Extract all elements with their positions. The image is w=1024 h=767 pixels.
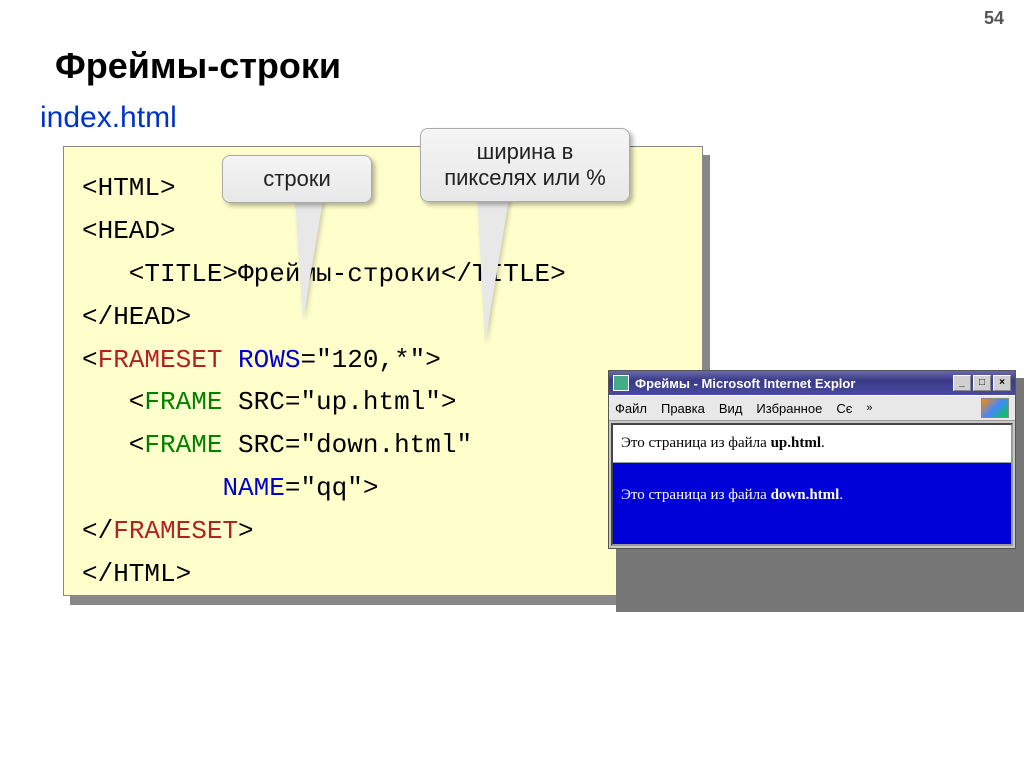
frame-area: Это страница из файла up.html. Это стран… — [611, 423, 1013, 546]
code-text: SRC="up.html"> — [222, 387, 456, 417]
code-box: <HTML> <HEAD> <TITLE>Фреймы-строки</TITL… — [63, 146, 703, 596]
code-keyword: FRAME — [144, 387, 222, 417]
chevron-icon[interactable]: » — [866, 402, 872, 414]
page-number: 54 — [984, 8, 1004, 29]
menubar: Файл Правка Вид Избранное Сє » — [609, 395, 1015, 421]
code-line: < — [82, 387, 144, 417]
minimize-button[interactable]: _ — [953, 375, 971, 391]
ie-icon — [613, 375, 629, 391]
browser-window: Фреймы - Microsoft Internet Explor _ □ ×… — [608, 370, 1016, 549]
slide-title: Фреймы-строки — [55, 45, 341, 87]
callout-tail — [477, 193, 510, 343]
code-keyword: FRAME — [144, 430, 222, 460]
callout-text: ширина в — [439, 139, 611, 165]
callout-width: ширина в пикселях или % — [420, 128, 630, 202]
menu-edit[interactable]: Правка — [661, 401, 705, 416]
frame-bottom-filename: down.html — [771, 487, 840, 503]
frame-bottom-text: . — [839, 487, 843, 503]
menu-more[interactable]: Сє — [836, 401, 852, 416]
menu-favorites[interactable]: Избранное — [756, 401, 822, 416]
code-text: ="120,*"> — [300, 345, 440, 375]
callout-tail — [295, 200, 323, 320]
code-line: </HEAD> — [82, 302, 191, 332]
code-line: <TITLE> — [82, 259, 238, 289]
code-text: > — [238, 516, 254, 546]
window-title: Фреймы - Microsoft Internet Explor — [635, 376, 953, 391]
code-keyword: FRAMESET — [98, 345, 223, 375]
code-attr: ROWS — [238, 345, 300, 375]
code-text — [222, 345, 238, 375]
slide-subtitle: index.html — [40, 101, 177, 135]
code-line: <HTML> — [82, 173, 176, 203]
code-text: ="qq"> — [285, 473, 379, 503]
frame-top-text: Это страница из файла — [621, 435, 771, 451]
code-text: SRC="down.html" — [222, 430, 472, 460]
frame-top-filename: up.html — [771, 435, 821, 451]
titlebar: Фреймы - Microsoft Internet Explor _ □ × — [609, 371, 1015, 395]
frame-bottom: Это страница из файла down.html. — [613, 463, 1011, 544]
frame-top-text: . — [821, 435, 825, 451]
code-line: </ — [82, 516, 113, 546]
code-line — [82, 473, 222, 503]
browser-logo-icon — [981, 398, 1009, 418]
maximize-button[interactable]: □ — [973, 375, 991, 391]
code-line: <HEAD> — [82, 216, 176, 246]
menu-view[interactable]: Вид — [719, 401, 743, 416]
frame-top: Это страница из файла up.html. — [613, 425, 1011, 463]
callout-rows: строки — [222, 155, 372, 203]
frame-bottom-text: Это страница из файла — [621, 487, 771, 503]
menu-file[interactable]: Файл — [615, 401, 647, 416]
code-line: </HTML> — [82, 559, 191, 589]
code-line: < — [82, 345, 98, 375]
code-keyword: FRAMESET — [113, 516, 238, 546]
callout-text: строки — [263, 166, 330, 191]
code-text: Фреймы-строки — [238, 259, 441, 289]
close-button[interactable]: × — [993, 375, 1011, 391]
code-line: < — [82, 430, 144, 460]
callout-text: пикселях или % — [439, 165, 611, 191]
code-attr: NAME — [222, 473, 284, 503]
